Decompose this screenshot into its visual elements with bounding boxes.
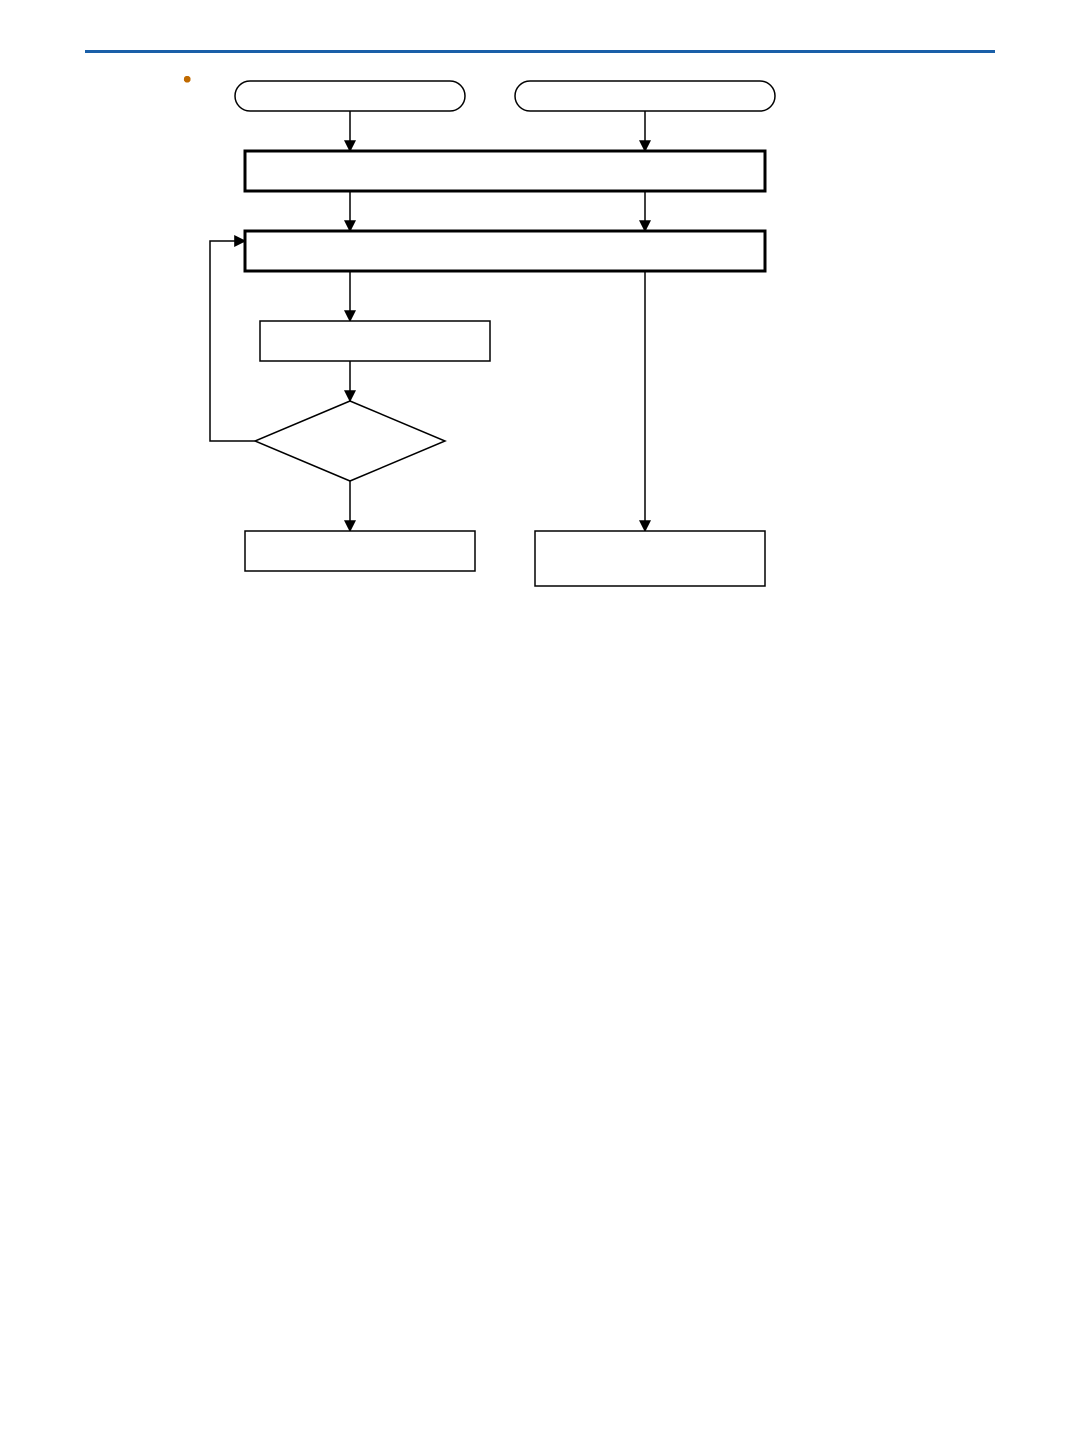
section-body	[155, 71, 995, 631]
page-footer	[981, 1370, 995, 1386]
workflow-flowchart	[195, 71, 815, 631]
page	[0, 0, 1080, 1438]
top-rule	[85, 50, 995, 53]
